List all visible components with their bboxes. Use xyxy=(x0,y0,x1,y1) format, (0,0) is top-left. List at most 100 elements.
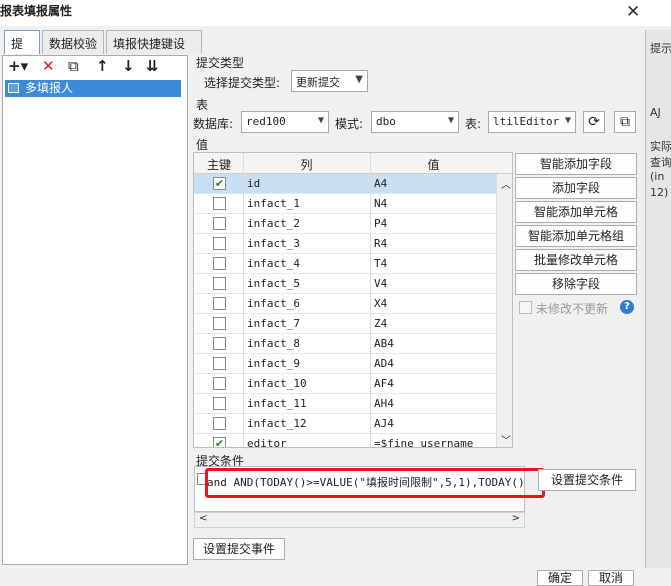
chevron-down-icon: ▼ xyxy=(564,115,571,126)
batch-modify-cells-button[interactable]: 批量修改单元格 xyxy=(515,249,637,271)
value-cell[interactable]: R4 xyxy=(374,237,387,250)
schema-select[interactable]: dbo ▼ xyxy=(371,111,459,133)
value-cell[interactable]: N4 xyxy=(374,197,387,210)
column-name-cell[interactable]: infact_4 xyxy=(247,257,300,270)
table-row[interactable]: ✔ editor =$fine_username xyxy=(194,434,496,447)
set-condition-button[interactable]: 设置提交条件 xyxy=(538,469,636,491)
smart-add-cell-button[interactable]: 智能添加单元格 xyxy=(515,201,637,223)
remove-field-button[interactable]: 移除字段 xyxy=(515,273,637,295)
value-cell[interactable]: V4 xyxy=(374,277,387,290)
primary-key-checkbox[interactable] xyxy=(213,357,226,370)
primary-key-checkbox[interactable] xyxy=(213,337,226,350)
value-cell[interactable]: A4 xyxy=(374,177,387,190)
add-field-button[interactable]: 添加字段 xyxy=(515,177,637,199)
table-row[interactable]: infact_7 Z4 xyxy=(194,314,496,334)
primary-key-checkbox[interactable] xyxy=(213,417,226,430)
condition-scrollbar[interactable]: < > xyxy=(194,512,525,528)
primary-key-checkbox[interactable] xyxy=(213,277,226,290)
background-text: 查询 xyxy=(650,156,671,169)
window-title: 报表填报属性 xyxy=(0,4,73,18)
copy-icon[interactable]: ⧉ xyxy=(68,56,79,76)
value-cell[interactable]: P4 xyxy=(374,217,387,230)
column-name-cell[interactable]: infact_9 xyxy=(247,357,300,370)
primary-key-checkbox[interactable] xyxy=(213,257,226,270)
column-name-cell[interactable]: id xyxy=(247,177,260,190)
database-select[interactable]: red100 ▼ xyxy=(241,111,329,133)
chevron-down-icon: ▼ xyxy=(317,115,324,126)
move-down-icon[interactable]: ↓ xyxy=(122,56,135,76)
primary-key-checkbox[interactable] xyxy=(213,317,226,330)
primary-key-checkbox[interactable] xyxy=(213,377,226,390)
value-cell[interactable]: AB4 xyxy=(374,337,394,350)
table-row[interactable]: ✔ id A4 xyxy=(194,174,496,194)
value-cell[interactable]: X4 xyxy=(374,297,387,310)
tree-item[interactable]: 多填报人 xyxy=(5,80,181,97)
primary-key-checkbox[interactable] xyxy=(213,197,226,210)
move-bottom-icon[interactable]: ⇊ xyxy=(146,56,159,76)
primary-key-checkbox[interactable] xyxy=(213,237,226,250)
table-row[interactable]: infact_11 AH4 xyxy=(194,394,496,414)
table-row[interactable]: infact_1 N4 xyxy=(194,194,496,214)
table-row[interactable]: infact_4 T4 xyxy=(194,254,496,274)
table-row[interactable]: infact_9 AD4 xyxy=(194,354,496,374)
scroll-up-icon[interactable]: ︿ xyxy=(501,176,511,191)
primary-key-checkbox[interactable]: ✔ xyxy=(213,437,226,447)
value-cell[interactable]: AF4 xyxy=(374,377,394,390)
primary-key-checkbox[interactable] xyxy=(213,397,226,410)
unmodified-label: 未修改不更新 xyxy=(536,302,609,316)
scroll-left-icon[interactable]: < xyxy=(199,513,207,524)
table-scrollbar[interactable]: ︿ ﹀ xyxy=(496,174,512,447)
primary-key-checkbox[interactable] xyxy=(213,217,226,230)
refresh-icon[interactable]: ⟳ xyxy=(583,111,605,133)
column-name-cell[interactable]: infact_5 xyxy=(247,277,300,290)
primary-key-checkbox[interactable]: ✔ xyxy=(213,177,226,190)
column-name-cell[interactable]: infact_12 xyxy=(247,417,307,430)
background-text: 提示 xyxy=(650,42,671,55)
column-name-cell[interactable]: infact_3 xyxy=(247,237,300,250)
submit-type-select[interactable]: 更新提交 ▼ xyxy=(291,70,368,92)
value-cell[interactable]: T4 xyxy=(374,257,387,270)
column-name-cell[interactable]: infact_11 xyxy=(247,397,307,410)
table-row[interactable]: infact_12 AJ4 xyxy=(194,414,496,434)
column-name-cell[interactable]: infact_8 xyxy=(247,337,300,350)
value-cell[interactable]: AH4 xyxy=(374,397,394,410)
close-icon[interactable]: ✕ xyxy=(626,2,640,22)
column-name-cell[interactable]: infact_10 xyxy=(247,377,307,390)
scroll-down-icon[interactable]: ﹀ xyxy=(501,432,511,447)
help-icon[interactable]: ? xyxy=(620,300,634,314)
table-preview-icon[interactable]: ⧉ xyxy=(614,111,636,133)
scroll-right-icon[interactable]: > xyxy=(512,513,520,524)
column-name-cell[interactable]: editor xyxy=(247,437,287,447)
column-name-cell[interactable]: infact_2 xyxy=(247,217,300,230)
add-icon[interactable]: +▾ xyxy=(8,56,28,76)
table-row[interactable]: infact_10 AF4 xyxy=(194,374,496,394)
tab-data-validation[interactable]: 数据校验 xyxy=(42,30,104,54)
cancel-button[interactable]: 取消 xyxy=(588,570,634,586)
table-row[interactable]: infact_8 AB4 xyxy=(194,334,496,354)
value-cell[interactable]: Z4 xyxy=(374,317,387,330)
column-name-cell[interactable]: infact_1 xyxy=(247,197,300,210)
smart-add-field-button[interactable]: 智能添加字段 xyxy=(515,153,637,175)
move-up-icon[interactable]: ↑ xyxy=(96,56,109,76)
table-row[interactable]: infact_5 V4 xyxy=(194,274,496,294)
set-submit-event-button[interactable]: 设置提交事件 xyxy=(193,538,285,560)
unmodified-checkbox[interactable] xyxy=(519,301,532,314)
delete-icon[interactable]: ✕ xyxy=(42,56,55,76)
table-icon xyxy=(8,83,19,93)
value-cell[interactable]: AJ4 xyxy=(374,417,394,430)
primary-key-checkbox[interactable] xyxy=(213,297,226,310)
value-cell[interactable]: AD4 xyxy=(374,357,394,370)
value-cell[interactable]: =$fine_username xyxy=(374,437,473,447)
smart-add-cell-group-button[interactable]: 智能添加单元格组 xyxy=(515,225,637,247)
column-name-cell[interactable]: infact_7 xyxy=(247,317,300,330)
database-label: 数据库: xyxy=(193,117,234,131)
tab-shortcut-settings[interactable]: 填报快捷键设置 xyxy=(106,30,202,68)
table-row[interactable]: infact_3 R4 xyxy=(194,234,496,254)
table-row[interactable]: infact_6 X4 xyxy=(194,294,496,314)
table-row[interactable]: infact_2 P4 xyxy=(194,214,496,234)
table-select[interactable]: ltilEditor ▼ xyxy=(488,111,576,133)
column-name-cell[interactable]: infact_6 xyxy=(247,297,300,310)
ok-button[interactable]: 确定 xyxy=(537,570,583,586)
tab-submit[interactable]: 提交 xyxy=(4,30,40,68)
table-header: 主键 列 值 xyxy=(194,153,512,174)
